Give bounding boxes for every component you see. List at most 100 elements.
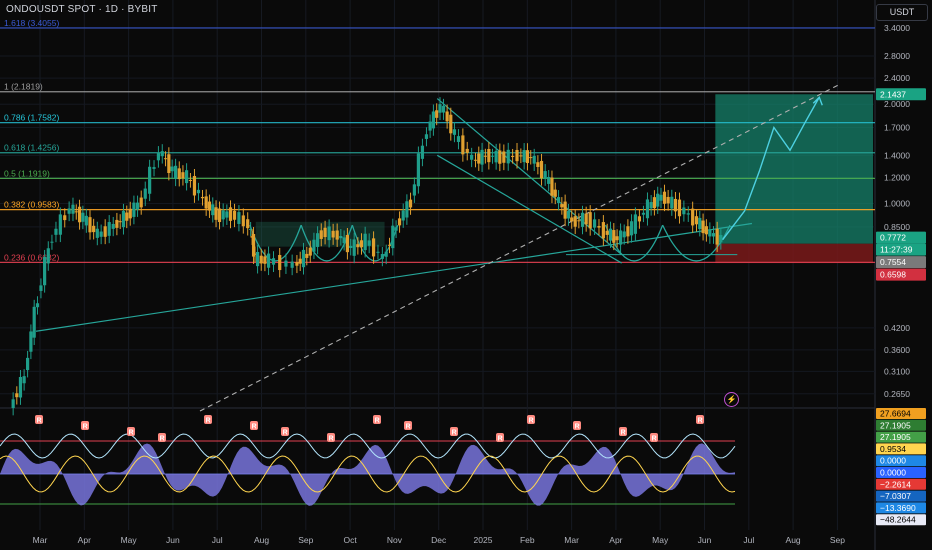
candle-body[interactable] [67, 208, 71, 214]
candle-body[interactable] [633, 214, 637, 234]
candle-body[interactable] [88, 217, 92, 233]
candle-body[interactable] [704, 226, 708, 235]
candle-body[interactable] [626, 226, 630, 237]
candle-body[interactable] [553, 189, 557, 197]
candle-body[interactable] [577, 220, 581, 222]
candle-body[interactable] [174, 165, 178, 179]
candle-body[interactable] [315, 233, 320, 247]
candle-body[interactable] [301, 249, 306, 268]
candle-body[interactable] [615, 236, 619, 241]
candle-body[interactable] [525, 150, 530, 164]
candle-body[interactable] [465, 148, 469, 153]
candle-body[interactable] [601, 222, 605, 239]
candle-body[interactable] [498, 150, 502, 164]
candle-body[interactable] [266, 253, 271, 268]
candle-body[interactable] [246, 219, 250, 229]
candle-body[interactable] [335, 230, 339, 240]
candle-body[interactable] [74, 211, 78, 213]
candle-body[interactable] [608, 228, 613, 241]
candle-body[interactable] [29, 331, 33, 352]
candle-body[interactable] [15, 393, 19, 398]
candle-body[interactable] [107, 222, 111, 236]
candle-body[interactable] [228, 207, 233, 221]
candle-body[interactable] [698, 217, 702, 230]
candle-body[interactable] [323, 227, 327, 238]
candle-body[interactable] [397, 218, 402, 226]
candle-body[interactable] [128, 208, 132, 219]
candle-body[interactable] [125, 212, 129, 221]
lightning-icon[interactable]: ⚡ [724, 392, 739, 407]
candle-body[interactable] [445, 111, 449, 122]
candle-body[interactable] [192, 175, 197, 196]
candle-body[interactable] [556, 197, 561, 203]
candle-body[interactable] [394, 227, 398, 231]
candle-body[interactable] [380, 254, 384, 259]
candle-body[interactable] [550, 177, 554, 196]
candle-body[interactable] [506, 149, 510, 164]
candle-body[interactable] [694, 216, 699, 225]
chart-canvas[interactable]: 1.618 (3.4055) 1 (2.1819) 0.786 (1.7582) 0.… [0, 0, 932, 550]
candle-body[interactable] [584, 213, 588, 225]
candle-body[interactable] [659, 194, 663, 201]
candle-body[interactable] [461, 135, 465, 155]
candle-body[interactable] [405, 201, 409, 218]
candle-body[interactable] [359, 240, 364, 248]
candle-body[interactable] [539, 160, 544, 179]
candle-body[interactable] [349, 245, 353, 249]
candle-body[interactable] [342, 237, 346, 244]
candle-body[interactable] [412, 184, 416, 196]
candle-body[interactable] [483, 155, 487, 157]
candle-body[interactable] [271, 258, 276, 265]
candle-body[interactable] [477, 153, 481, 164]
candle-body[interactable] [295, 262, 299, 266]
symbol-title[interactable]: ONDOUSDT SPOT · 1D · BYBIT [6, 4, 158, 15]
candle-body[interactable] [35, 303, 40, 308]
candle-body[interactable] [424, 134, 429, 139]
candle-body[interactable] [701, 220, 705, 234]
candle-body[interactable] [597, 226, 601, 228]
candle-body[interactable] [71, 204, 75, 214]
candle-body[interactable] [391, 225, 395, 249]
candle-body[interactable] [573, 216, 577, 227]
candle-body[interactable] [401, 210, 405, 221]
candle-body[interactable] [225, 211, 229, 218]
candle-body[interactable] [487, 149, 491, 163]
candle-body[interactable] [384, 251, 388, 257]
candle-body[interactable] [543, 171, 547, 179]
candle-body[interactable] [255, 251, 260, 267]
candle-body[interactable] [670, 196, 674, 209]
candle-body[interactable] [184, 170, 189, 184]
candle-body[interactable] [221, 210, 225, 220]
candle-body[interactable] [519, 155, 523, 157]
candle-body[interactable] [570, 217, 574, 222]
candle-body[interactable] [547, 176, 551, 184]
candle-body[interactable] [711, 233, 716, 237]
candle-body[interactable] [592, 219, 597, 228]
candle-body[interactable] [148, 166, 152, 194]
candle-body[interactable] [217, 208, 222, 223]
candle-body[interactable] [211, 204, 215, 216]
candle-body[interactable] [428, 121, 432, 131]
candle-body[interactable] [170, 166, 174, 172]
candle-body[interactable] [43, 256, 47, 286]
candle-body[interactable] [54, 228, 58, 235]
candle-body[interactable] [111, 223, 115, 229]
candle-body[interactable] [200, 196, 205, 199]
candle-body[interactable] [58, 214, 62, 235]
candle-body[interactable] [686, 213, 690, 215]
candle-body[interactable] [11, 399, 15, 408]
candle-body[interactable] [204, 196, 208, 209]
candle-body[interactable] [708, 229, 712, 237]
candle-body[interactable] [715, 228, 719, 245]
candle-body[interactable] [431, 111, 436, 129]
candle-body[interactable] [719, 235, 723, 243]
stop-loss-zone[interactable] [715, 243, 873, 264]
candle-body[interactable] [284, 260, 288, 267]
candle-body[interactable] [118, 221, 122, 223]
candle-body[interactable] [327, 226, 331, 241]
candle-body[interactable] [649, 202, 653, 209]
candle-body[interactable] [673, 198, 678, 212]
candle-body[interactable] [278, 254, 282, 271]
candle-body[interactable] [84, 215, 88, 226]
candle-body[interactable] [580, 212, 585, 227]
